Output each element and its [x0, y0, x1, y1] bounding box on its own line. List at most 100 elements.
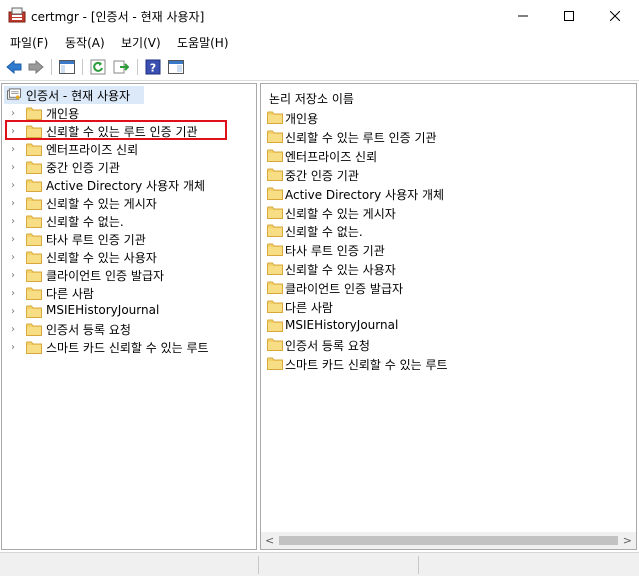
menu-file[interactable]: 파일(F)	[10, 34, 48, 51]
list-item[interactable]: 신뢰할 수 있는 루트 인증 기관	[267, 128, 627, 146]
list-item-label: 개인용	[285, 112, 319, 126]
list-item[interactable]: 다른 사람	[267, 298, 627, 316]
tree-item[interactable]: › 신뢰할 수 있는 게시자	[2, 194, 252, 212]
tree-item[interactable]: › Active Directory 사용자 개체	[2, 176, 252, 194]
list-item[interactable]: 클라이언트 인증 발급자	[267, 279, 627, 297]
folder-icon	[26, 251, 42, 264]
menu-action[interactable]: 동작(A)	[65, 34, 105, 51]
tree-item-label: 다른 사람	[46, 287, 94, 301]
expand-chevron-icon[interactable]: ›	[9, 230, 17, 248]
list-item[interactable]: 신뢰할 수 있는 게시자	[267, 204, 627, 222]
expand-chevron-icon[interactable]: ›	[9, 284, 17, 302]
tree-item[interactable]: › MSIEHistoryJournal	[2, 302, 252, 320]
maximize-button[interactable]	[546, 0, 592, 31]
expand-chevron-icon[interactable]: ›	[9, 176, 17, 194]
folder-icon	[267, 338, 283, 351]
toolbar-separator	[137, 59, 138, 75]
tree-root[interactable]: 인증서 - 현재 사용자	[4, 86, 144, 104]
list-item[interactable]: 인증서 등록 요청	[267, 336, 627, 354]
forward-arrow-icon	[28, 60, 44, 74]
tree-item[interactable]: › 중간 인증 기관	[2, 158, 252, 176]
folder-icon	[26, 143, 42, 156]
expand-chevron-icon[interactable]: ›	[9, 266, 17, 284]
list-item-label: 신뢰할 수 있는 게시자	[285, 206, 396, 221]
folder-icon	[26, 161, 42, 174]
help-button[interactable]: ?	[143, 57, 163, 77]
folder-icon	[26, 233, 42, 246]
status-divider	[258, 556, 259, 574]
list-item-label: 신뢰할 수 있는 사용자	[285, 263, 396, 278]
export-list-button[interactable]	[111, 57, 131, 77]
expand-chevron-icon[interactable]: ›	[9, 248, 17, 266]
list-item-label: MSIEHistoryJournal	[285, 317, 399, 332]
help-icon: ?	[145, 59, 161, 75]
scrollbar-thumb[interactable]	[279, 536, 618, 545]
properties-icon	[168, 60, 184, 74]
properties-button[interactable]	[166, 57, 186, 77]
toolbar-separator	[51, 59, 52, 75]
menu-view[interactable]: 보기(V)	[121, 34, 161, 51]
show-hide-tree-button[interactable]	[57, 57, 77, 77]
folder-icon	[26, 215, 42, 228]
refresh-button[interactable]	[88, 57, 108, 77]
tree-item[interactable]: › 신뢰할 수 있는 사용자	[2, 248, 252, 266]
tree-root-label: 인증서 - 현재 사용자	[26, 89, 131, 103]
tree-item[interactable]: › 엔터프라이즈 신뢰	[2, 140, 252, 158]
status-divider	[418, 556, 419, 574]
toolbar: ?	[0, 55, 639, 79]
expand-chevron-icon[interactable]: ›	[9, 338, 17, 356]
list-item-label: 클라이언트 인증 발급자	[285, 282, 404, 297]
forward-button[interactable]	[26, 57, 46, 77]
console-tree-pane[interactable]: 인증서 - 현재 사용자 › 개인용 › 신뢰할 수 있는 루트 인증 기관 › 엔터프라…	[1, 83, 257, 550]
tree-item[interactable]: › 다른 사람	[2, 284, 252, 302]
folder-icon	[267, 168, 283, 181]
list-item[interactable]: 개인용	[267, 109, 627, 127]
back-button[interactable]	[4, 57, 24, 77]
expand-chevron-icon[interactable]: ›	[9, 320, 17, 338]
list-item-label: 스마트 카드 신뢰할 수 있는 루트	[285, 357, 448, 372]
folder-icon	[267, 281, 283, 295]
toolbar-divider	[0, 80, 639, 81]
list-item[interactable]: MSIEHistoryJournal	[267, 317, 627, 335]
minimize-button[interactable]	[500, 0, 546, 31]
list-item[interactable]: 스마트 카드 신뢰할 수 있는 루트	[267, 355, 627, 373]
scroll-right-icon[interactable]: >	[623, 534, 632, 547]
tree-item[interactable]: › 타사 루트 인증 기관	[2, 230, 252, 248]
tree-item[interactable]: › 클라이언트 인증 발급자	[2, 266, 252, 284]
tree-item[interactable]: › 신뢰할 수 없는.	[2, 212, 252, 230]
tree-item-label: Active Directory 사용자 개체	[46, 179, 206, 193]
certificate-store-icon	[7, 88, 21, 100]
scroll-left-icon[interactable]: <	[265, 534, 274, 547]
close-button[interactable]	[592, 0, 638, 31]
expand-chevron-icon[interactable]: ›	[9, 140, 17, 158]
expand-chevron-icon[interactable]: ›	[9, 212, 17, 230]
status-bar	[0, 552, 639, 576]
list-item[interactable]: 중간 인증 기관	[267, 166, 627, 184]
list-item[interactable]: 타사 루트 인증 기관	[267, 241, 627, 259]
expand-chevron-icon[interactable]: ›	[9, 158, 17, 176]
tree-item-label: 중간 인증 기관	[46, 161, 120, 175]
list-item[interactable]: Active Directory 사용자 개체	[267, 185, 627, 203]
tree-item[interactable]: › 스마트 카드 신뢰할 수 있는 루트	[2, 338, 252, 356]
tree-item[interactable]: › 인증서 등록 요청	[2, 320, 252, 338]
folder-icon	[26, 305, 42, 318]
details-pane[interactable]: 논리 저장소 이름 개인용신뢰할 수 있는 루트 인증 기관 엔터프라이즈 신뢰 중…	[260, 83, 637, 550]
list-item[interactable]: 신뢰할 수 없는.	[267, 222, 627, 240]
list-item-label: 다른 사람	[285, 301, 333, 315]
tree-item-label: 신뢰할 수 있는 사용자	[46, 251, 157, 265]
folder-icon	[267, 149, 283, 162]
folder-icon	[26, 341, 42, 354]
list-item[interactable]: 엔터프라이즈 신뢰	[267, 147, 627, 165]
expand-chevron-icon[interactable]: ›	[9, 194, 17, 212]
expand-chevron-icon[interactable]: ›	[9, 302, 17, 320]
folder-icon	[267, 262, 283, 276]
column-header-logical-store-name[interactable]: 논리 저장소 이름	[269, 90, 354, 107]
menu-help[interactable]: 도움말(H)	[177, 34, 229, 51]
folder-icon	[267, 187, 283, 200]
folder-icon	[267, 206, 283, 219]
folder-icon	[267, 357, 283, 370]
list-item[interactable]: 신뢰할 수 있는 사용자	[267, 260, 627, 278]
folder-icon	[267, 111, 283, 124]
horizontal-scrollbar[interactable]: < >	[261, 532, 636, 549]
tree-item-label: 엔터프라이즈 신뢰	[46, 143, 139, 157]
